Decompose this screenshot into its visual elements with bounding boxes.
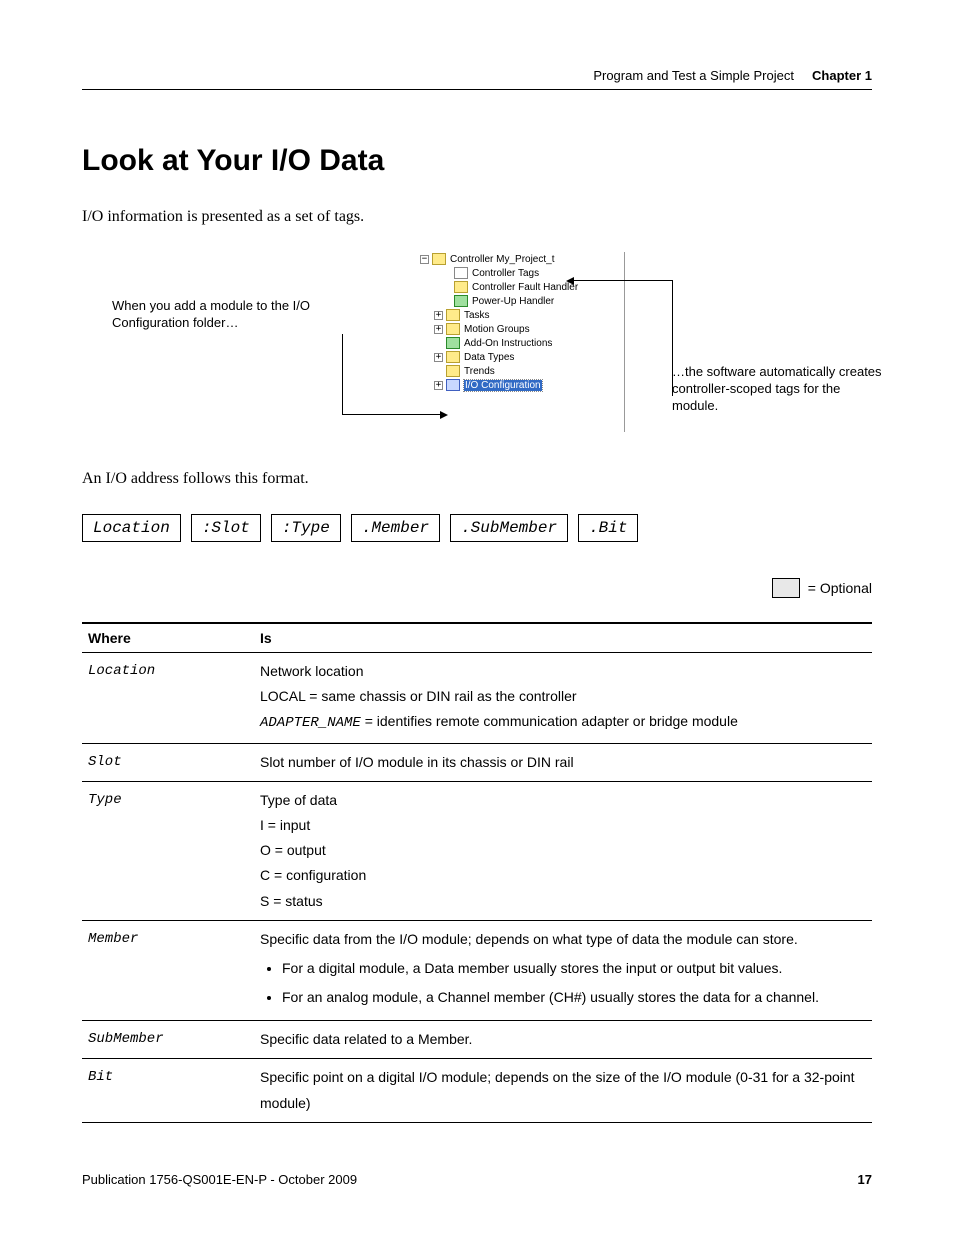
header-title: Program and Test a Simple Project: [593, 68, 794, 83]
tree-branch: Data Types: [464, 352, 514, 363]
format-part: .SubMember: [450, 514, 568, 542]
tree-item: Power-Up Handler: [472, 296, 554, 307]
cell-where: SubMember: [82, 1021, 254, 1059]
cell-is: Type of dataI = inputO = outputC = confi…: [254, 781, 872, 920]
table-row: SubMemberSpecific data related to a Memb…: [82, 1021, 872, 1059]
cell-where: Bit: [82, 1059, 254, 1122]
cell-is: Specific data from the I/O module; depen…: [254, 920, 872, 1021]
diagram-right-caption: …the software automatically creates cont…: [672, 364, 882, 415]
col-is: Is: [254, 623, 872, 653]
page-footer: Publication 1756-QS001E-EN-P - October 2…: [82, 1172, 872, 1187]
where-is-table: Where Is LocationNetwork locationLOCAL =…: [82, 622, 872, 1123]
section-heading: Look at Your I/O Data: [82, 144, 872, 178]
tree-root: Controller My_Project_t: [450, 254, 554, 265]
cell-where: Location: [82, 653, 254, 744]
intro-text: I/O information is presented as a set of…: [82, 208, 872, 226]
format-part: :Slot: [191, 514, 261, 542]
project-tree: −Controller My_Project_t Controller Tags…: [420, 252, 625, 432]
cell-is: Slot number of I/O module in its chassis…: [254, 743, 872, 781]
io-diagram: When you add a module to the I/O Configu…: [82, 252, 872, 432]
table-row: MemberSpecific data from the I/O module;…: [82, 920, 872, 1021]
cell-is: Specific data related to a Member.: [254, 1021, 872, 1059]
cell-is: Network locationLOCAL = same chassis or …: [254, 653, 872, 744]
format-part: :Type: [271, 514, 341, 542]
format-part: .Bit: [578, 514, 638, 542]
table-row: LocationNetwork locationLOCAL = same cha…: [82, 653, 872, 744]
publication-id: Publication 1756-QS001E-EN-P - October 2…: [82, 1172, 357, 1187]
optional-label: = Optional: [808, 580, 872, 596]
cell-where: Type: [82, 781, 254, 920]
tree-branch: Trends: [464, 366, 495, 377]
tree-branch: Add-On Instructions: [464, 338, 552, 349]
tree-branch: Motion Groups: [464, 324, 530, 335]
address-format: Location :Slot :Type .Member .SubMember …: [82, 514, 872, 542]
format-intro: An I/O address follows this format.: [82, 470, 872, 488]
page-header: Program and Test a Simple Project Chapte…: [82, 68, 872, 90]
format-part: Location: [82, 514, 181, 542]
col-where: Where: [82, 623, 254, 653]
cell-is: Specific point on a digital I/O module; …: [254, 1059, 872, 1122]
diagram-left-caption: When you add a module to the I/O Configu…: [82, 252, 342, 332]
cell-where: Slot: [82, 743, 254, 781]
tree-item: Controller Tags: [472, 268, 539, 279]
cell-where: Member: [82, 920, 254, 1021]
table-row: SlotSlot number of I/O module in its cha…: [82, 743, 872, 781]
format-part: .Member: [351, 514, 440, 542]
page-number: 17: [858, 1172, 872, 1187]
tree-item: Controller Fault Handler: [472, 282, 578, 293]
table-row: TypeType of dataI = inputO = outputC = c…: [82, 781, 872, 920]
optional-swatch: [772, 578, 800, 598]
optional-legend: = Optional: [82, 578, 872, 598]
tree-branch-selected: I/O Configuration: [464, 380, 542, 391]
tree-branch: Tasks: [464, 310, 490, 321]
table-row: BitSpecific point on a digital I/O modul…: [82, 1059, 872, 1122]
header-chapter: Chapter 1: [812, 68, 872, 83]
